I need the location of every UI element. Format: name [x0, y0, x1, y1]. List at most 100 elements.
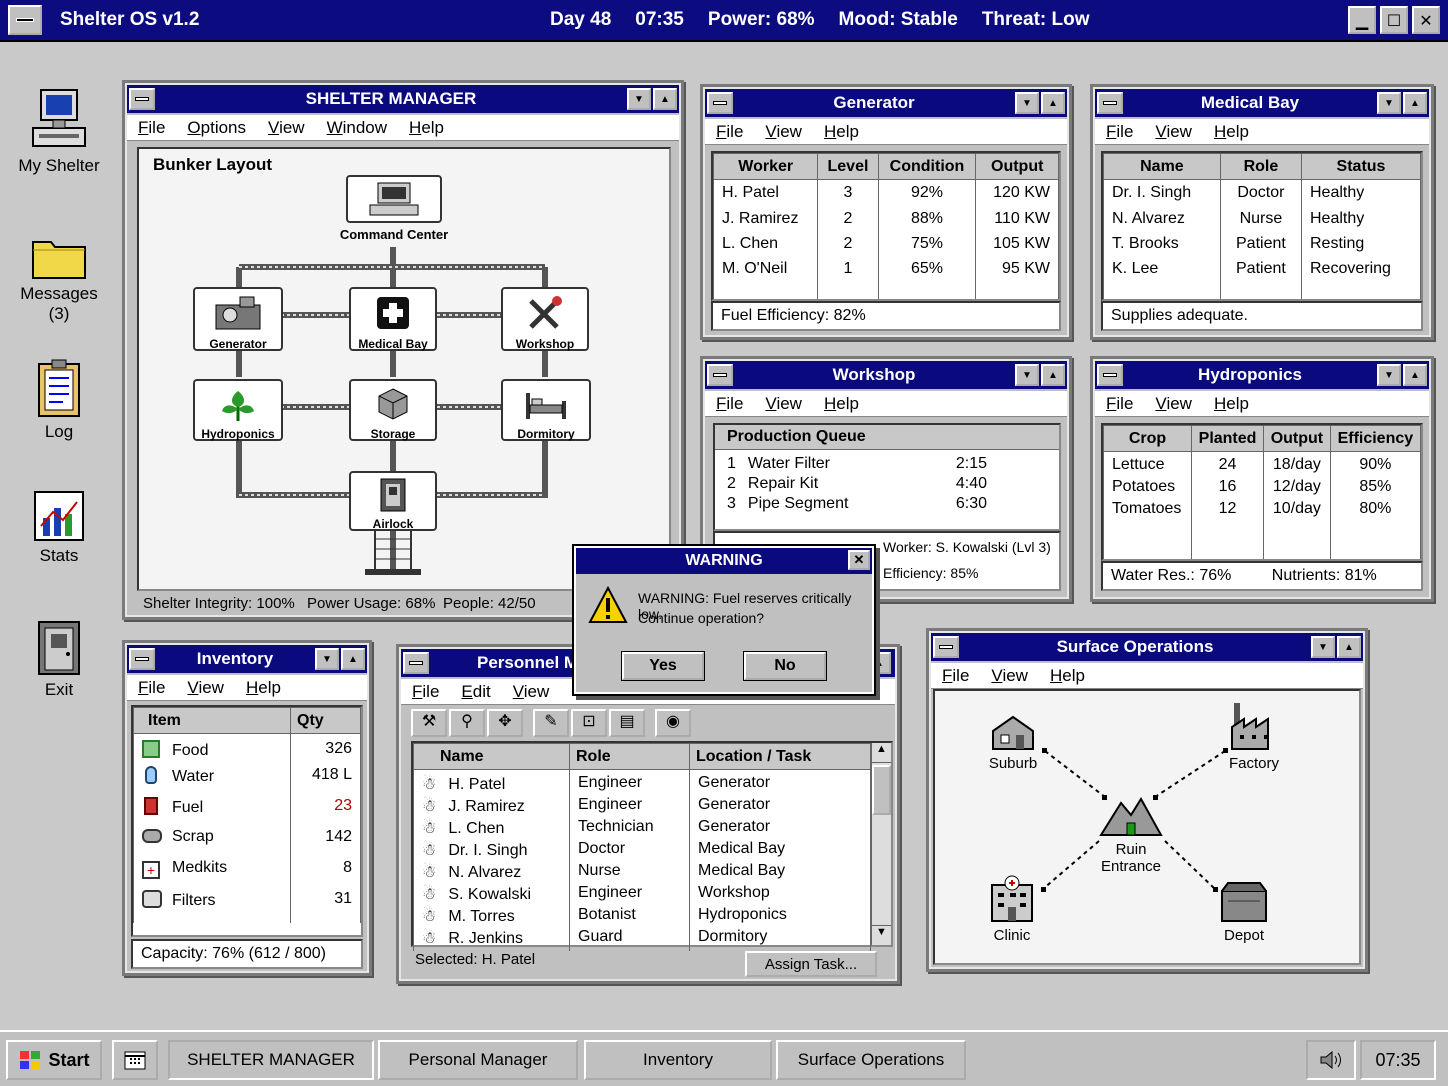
col-qty[interactable]: Qty — [290, 707, 361, 734]
desktop-icon-stats[interactable]: Stats — [14, 490, 104, 566]
menu-help[interactable]: Help — [1203, 122, 1260, 142]
table-row[interactable]: Potatoes 16 12/day 85% — [1103, 477, 1422, 499]
col-location[interactable]: Location / Task — [689, 743, 871, 770]
menu-help[interactable]: Help — [398, 118, 455, 138]
dialog-close-button[interactable]: ✕ — [848, 550, 870, 570]
search-person-icon[interactable]: ⚲ — [449, 709, 485, 737]
col-status[interactable]: Status — [1301, 153, 1421, 180]
table-row[interactable]: N. Alvarez Nurse Healthy — [1103, 208, 1421, 234]
col-crop[interactable]: Crop — [1103, 425, 1192, 452]
room-generator[interactable]: Generator — [193, 287, 283, 351]
window-menu-button[interactable] — [933, 636, 959, 658]
desktop-icon-messages[interactable]: Messages (3) — [14, 234, 104, 324]
speaker-icon[interactable] — [1306, 1040, 1356, 1080]
list-item[interactable]: 3 Pipe Segment 6:30 — [715, 494, 1059, 514]
scroll-up-arrow[interactable]: ▲ — [872, 743, 891, 763]
desktop-icon-my-shelter[interactable]: My Shelter — [14, 88, 104, 176]
table-row[interactable]: H. Patel 3 92% 120 KW — [712, 179, 1059, 209]
menu-file[interactable]: File — [705, 122, 754, 142]
col-role[interactable]: Role — [1219, 153, 1303, 180]
window-title-bar[interactable]: SHELTER MANAGER ▼ ▲ — [127, 85, 679, 113]
maximize-button[interactable]: ▲ — [653, 88, 677, 110]
menu-file[interactable]: File — [401, 682, 450, 702]
dialog-title-bar[interactable]: WARNING ✕ — [576, 548, 872, 574]
table-row[interactable]: J. Ramirez 2 88% 110 KW — [712, 208, 1059, 234]
col-item[interactable]: Item — [133, 707, 291, 734]
menu-help[interactable]: Help — [1203, 394, 1260, 414]
menu-file[interactable]: File — [1095, 122, 1144, 142]
col-output[interactable]: Output — [1263, 425, 1331, 452]
table-row[interactable]: ☃ R. Jenkins Guard Dormitory — [413, 927, 871, 951]
col-condition[interactable]: Condition — [877, 153, 977, 180]
menu-view[interactable]: View — [257, 118, 316, 138]
menu-window[interactable]: Window — [316, 118, 398, 138]
col-level[interactable]: Level — [817, 153, 879, 180]
table-row[interactable]: ☃ Dr. I. Singh Doctor Medical Bay — [413, 839, 871, 861]
menu-view[interactable]: View — [754, 394, 813, 414]
menu-file[interactable]: File — [931, 666, 980, 686]
maximize-button[interactable]: ☐ — [1380, 6, 1408, 34]
minimize-button[interactable]: ▼ — [1015, 92, 1039, 114]
window-menu-button[interactable] — [707, 92, 733, 114]
table-row[interactable]: ☃ N. Alvarez Nurse Medical Bay — [413, 861, 871, 883]
table-row[interactable]: Filters 31 — [133, 888, 361, 923]
col-efficiency[interactable]: Efficiency — [1329, 425, 1422, 452]
minimize-button[interactable]: ▼ — [315, 648, 339, 670]
room-airlock[interactable]: Airlock — [349, 471, 437, 531]
table-row[interactable]: Lettuce 24 18/day 90% — [1103, 451, 1422, 478]
window-title-bar[interactable]: Workshop ▼ ▲ — [705, 361, 1067, 389]
table-row[interactable]: K. Lee Patient Recovering — [1103, 259, 1421, 299]
target-icon[interactable]: ⊡ — [571, 709, 607, 737]
col-role[interactable]: Role — [569, 743, 690, 770]
window-title-bar[interactable]: Inventory ▼ ▲ — [127, 645, 367, 673]
calendar-icon[interactable] — [112, 1040, 158, 1080]
table-row[interactable]: + Medkits 8 — [133, 857, 361, 889]
menu-file[interactable]: File — [1095, 394, 1144, 414]
table-row[interactable]: ☃ S. Kowalski Engineer Workshop — [413, 883, 871, 905]
menu-view[interactable]: View — [176, 678, 235, 698]
minimize-button[interactable]: ▼ — [627, 88, 651, 110]
menu-file[interactable]: File — [705, 394, 754, 414]
report-icon[interactable]: ▤ — [609, 709, 645, 737]
start-button[interactable]: Start — [6, 1040, 102, 1080]
minimize-button[interactable]: ▼ — [1311, 636, 1335, 658]
menu-view[interactable]: View — [1144, 394, 1203, 414]
table-row[interactable]: ☃ L. Chen Technician Generator — [413, 817, 871, 839]
taskbar-item-inventory[interactable]: Inventory — [584, 1040, 772, 1080]
scroll-thumb[interactable] — [872, 765, 891, 815]
table-row[interactable]: Water 418 L — [133, 764, 361, 796]
maximize-button[interactable]: ▲ — [1403, 364, 1427, 386]
window-menu-button[interactable] — [1097, 364, 1123, 386]
system-menu-button[interactable] — [8, 5, 42, 35]
table-row[interactable]: Food 326 — [133, 733, 361, 765]
table-row[interactable]: ☃ M. Torres Botanist Hydroponics — [413, 905, 871, 927]
table-row[interactable]: M. O'Neil 1 65% 95 KW — [712, 259, 1059, 299]
window-menu-button[interactable] — [707, 364, 733, 386]
room-storage[interactable]: Storage — [349, 379, 437, 441]
table-row[interactable]: Fuel 23 — [133, 795, 361, 827]
col-worker[interactable]: Worker — [712, 153, 819, 180]
wrench-icon[interactable]: ⚒ — [411, 709, 447, 737]
room-dormitory[interactable]: Dormitory — [501, 379, 591, 441]
close-button[interactable]: ✕ — [1412, 6, 1440, 34]
minimize-button[interactable]: ▼ — [1377, 92, 1401, 114]
list-item[interactable]: 2 Repair Kit 4:40 — [715, 474, 1059, 494]
maximize-button[interactable]: ▲ — [1041, 92, 1065, 114]
window-title-bar[interactable]: Medical Bay ▼ ▲ — [1095, 89, 1429, 117]
window-menu-button[interactable] — [129, 88, 155, 110]
minimize-button[interactable]: ▼ — [1015, 364, 1039, 386]
window-menu-button[interactable] — [129, 648, 155, 670]
menu-edit[interactable]: Edit — [450, 682, 501, 702]
table-row[interactable]: Scrap 142 — [133, 826, 361, 858]
menu-help[interactable]: Help — [235, 678, 292, 698]
menu-help[interactable]: Help — [813, 122, 870, 142]
room-command-center[interactable] — [346, 175, 442, 223]
map-node-depot[interactable]: Depot — [1213, 879, 1275, 944]
no-button[interactable]: No — [744, 652, 826, 680]
edit-icon[interactable]: ✎ — [533, 709, 569, 737]
room-medical-bay[interactable]: Medical Bay — [349, 287, 437, 351]
taskbar-item-surface-operations[interactable]: Surface Operations — [776, 1040, 966, 1080]
desktop-icon-exit[interactable]: Exit — [14, 620, 104, 700]
settings-icon[interactable]: ◉ — [655, 709, 691, 737]
maximize-button[interactable]: ▲ — [1337, 636, 1361, 658]
